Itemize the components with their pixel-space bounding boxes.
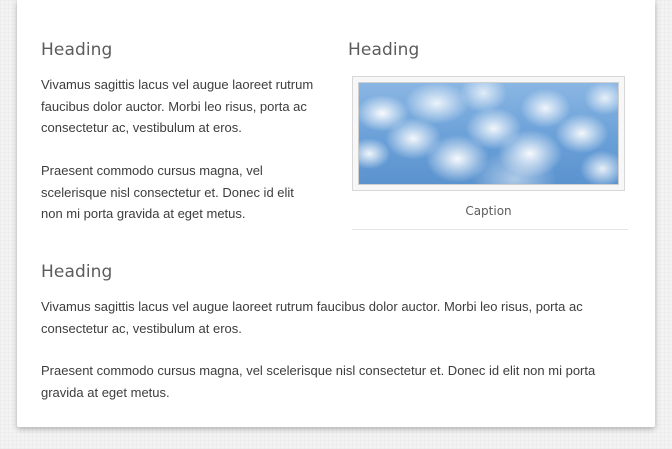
left-heading: Heading [41,40,113,60]
left-paragraph-1: Vivamus sagittis lacus vel augue laoreet… [41,77,314,135]
clouds-sky-image [358,82,619,185]
caption-divider [352,229,628,230]
left-paragraph-2: Praesent commodo cursus magna, vel scele… [41,163,294,221]
bottom-paragraph-1: Vivamus sagittis lacus vel augue laoreet… [41,299,583,336]
image-frame [352,76,625,191]
content-card: Heading Vivamus sagittis lacus vel augue… [17,0,655,427]
bottom-heading: Heading [41,262,113,282]
bottom-paragraph-2: Praesent commodo cursus magna, vel scele… [41,363,596,400]
image-caption: Caption [465,204,512,218]
right-heading: Heading [348,40,420,60]
